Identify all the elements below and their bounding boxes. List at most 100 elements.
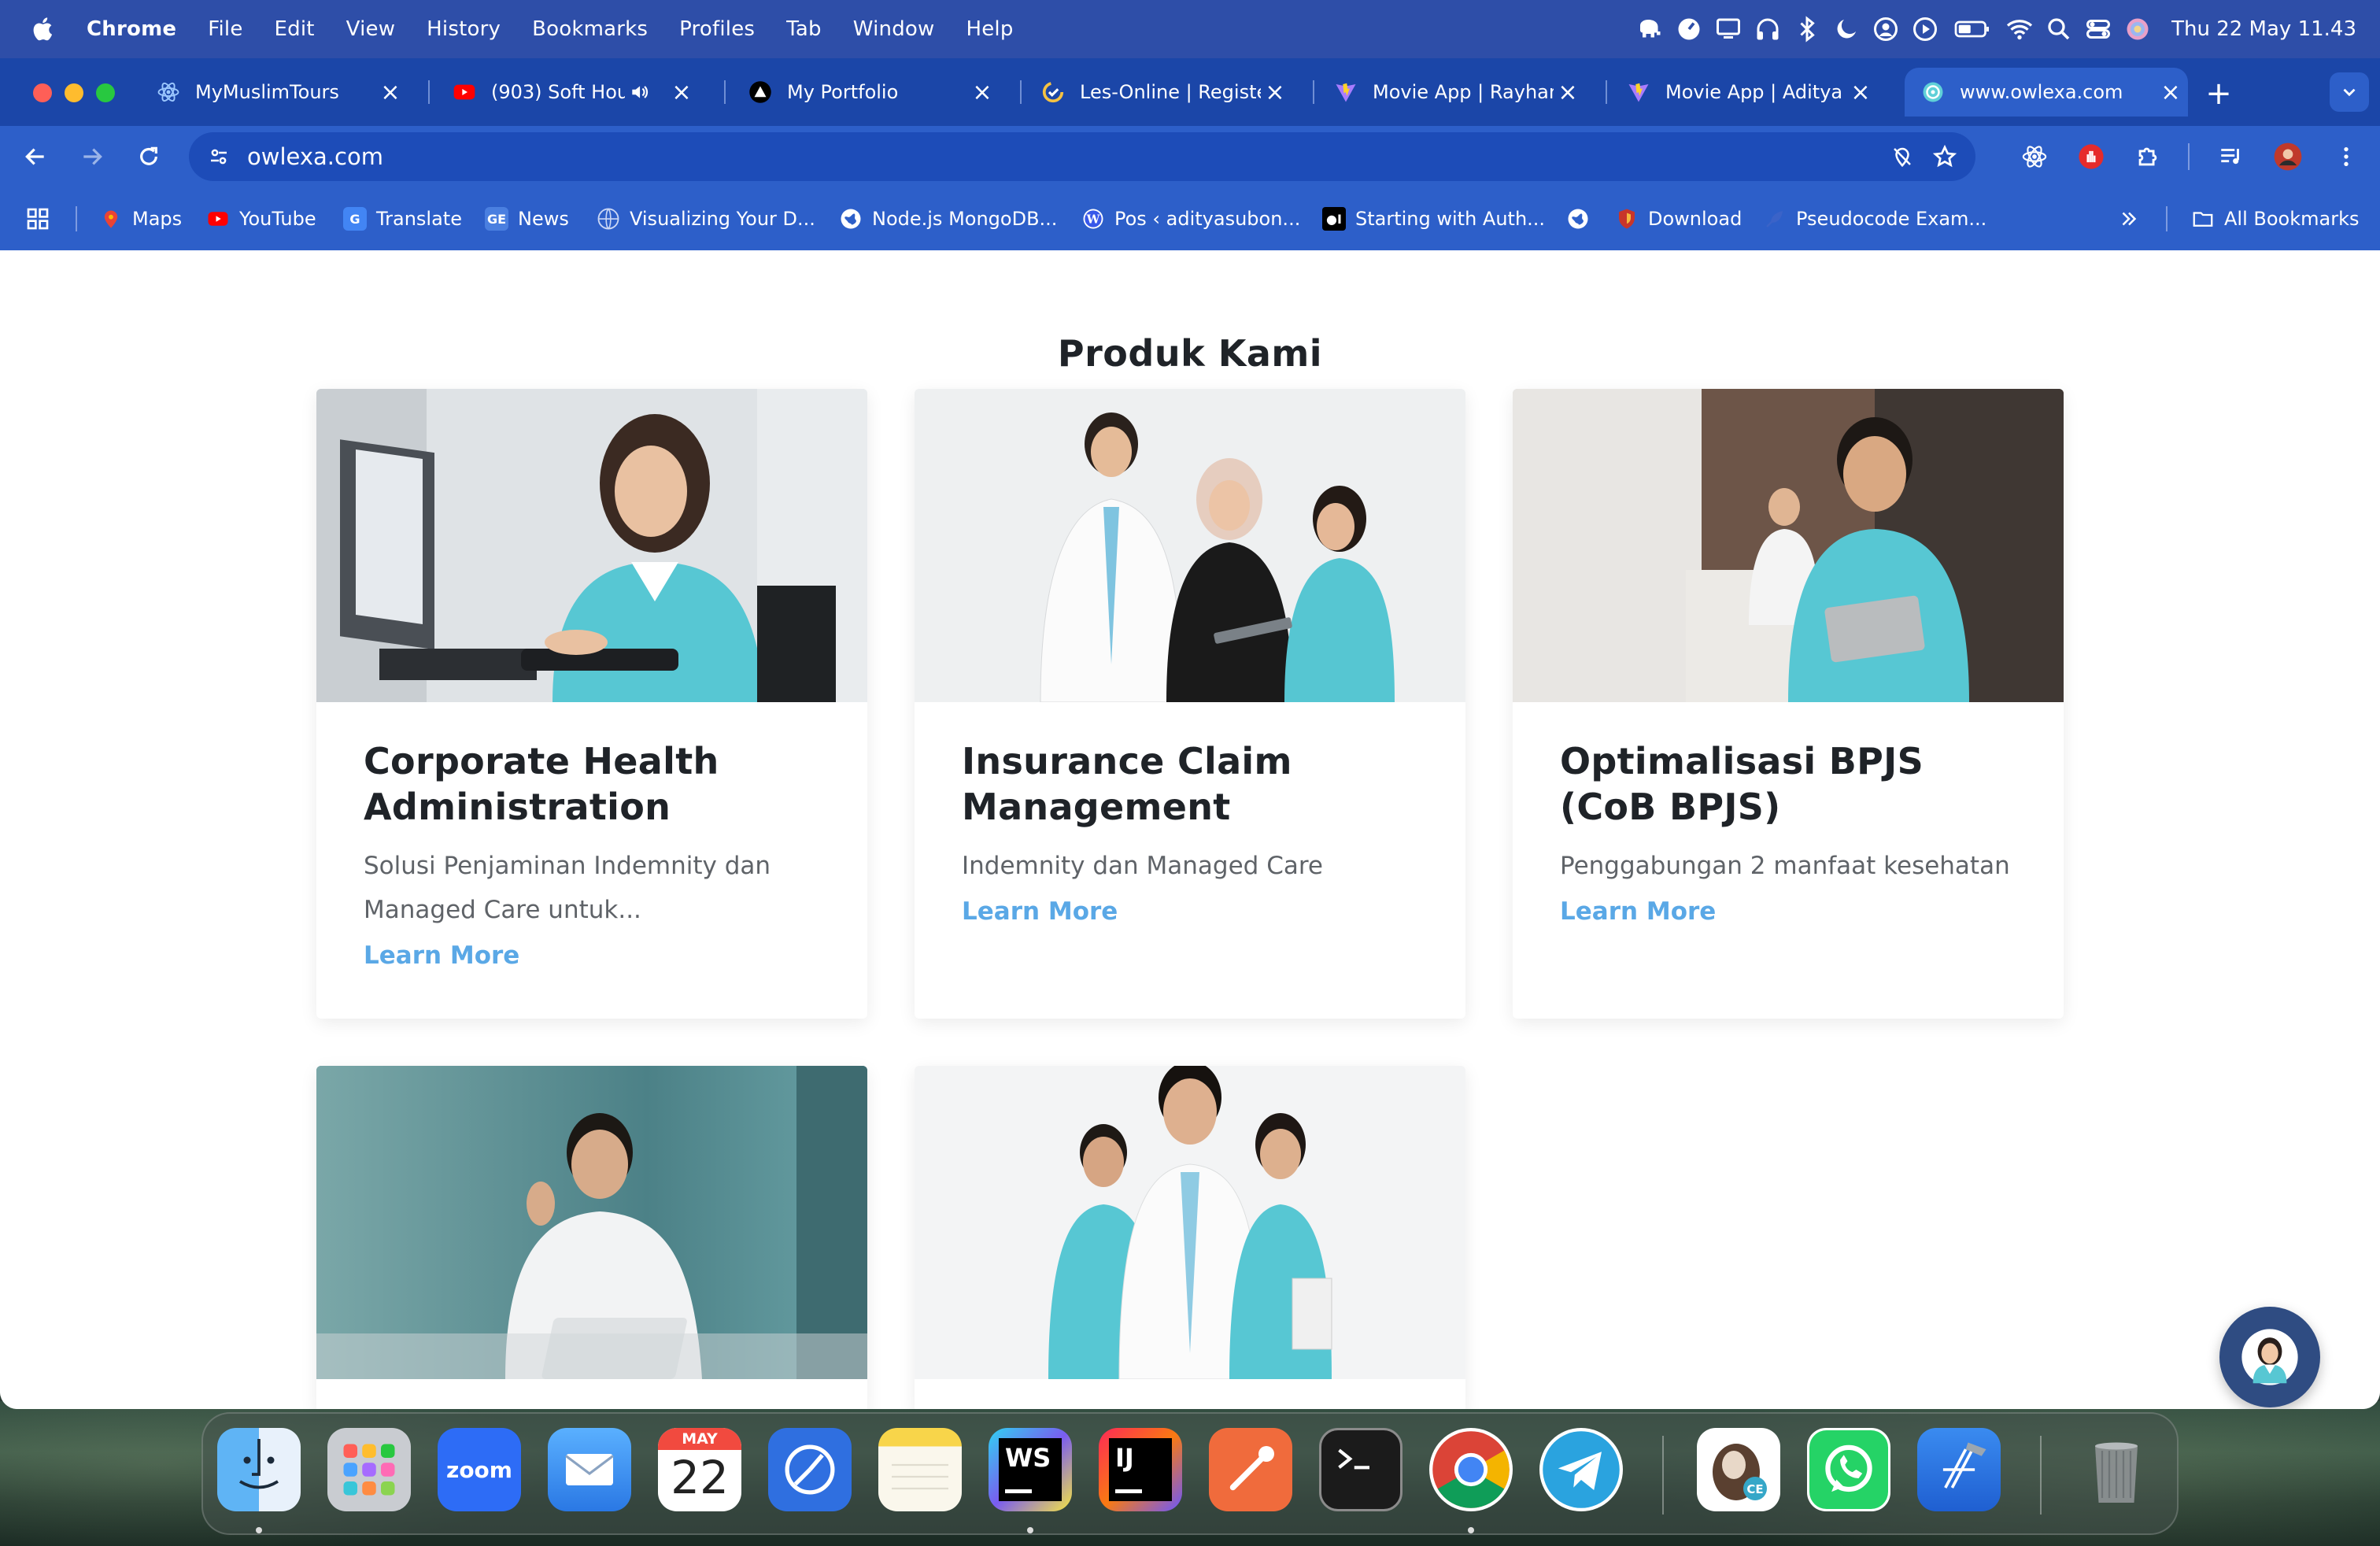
elephant-icon[interactable] xyxy=(1630,0,1669,58)
battery-icon[interactable] xyxy=(1945,0,2000,58)
close-tab-icon[interactable]: × xyxy=(968,78,996,106)
bookmark-star-icon[interactable] xyxy=(1927,139,1963,175)
close-tab-icon[interactable]: × xyxy=(1846,78,1875,106)
postman-icon[interactable] xyxy=(1209,1428,1292,1511)
bookmark-news[interactable]: GE News xyxy=(485,203,569,235)
learn-more-link[interactable]: Learn More xyxy=(1560,897,1716,926)
apple-icon[interactable] xyxy=(28,13,60,45)
menu-tab[interactable]: Tab xyxy=(786,17,822,41)
product-card-corporate-health[interactable]: Corporate Health Administration Solusi P… xyxy=(316,389,867,1019)
menu-view[interactable]: View xyxy=(346,17,396,41)
tab-search-button[interactable] xyxy=(2330,72,2369,112)
learn-more-link[interactable]: Learn More xyxy=(962,897,1118,926)
bookmark-nodejs-mongodb[interactable]: Node.js MongoDB... xyxy=(839,203,1057,235)
intellij-icon[interactable]: IJ xyxy=(1099,1428,1182,1511)
menu-file[interactable]: File xyxy=(208,17,242,41)
launchpad-icon[interactable] xyxy=(327,1428,411,1511)
bluetooth-icon[interactable] xyxy=(1787,0,1827,58)
product-card-telemedicine[interactable] xyxy=(316,1066,867,1409)
bookmark-wordpress-pos[interactable]: W Pos ‹ adityasubon... xyxy=(1081,203,1300,235)
tab-movie-app-aditya[interactable]: Movie App | Aditya × xyxy=(1626,68,1894,117)
user-circle-icon[interactable] xyxy=(1866,0,1905,58)
wifi-icon[interactable] xyxy=(2000,0,2039,58)
notes-icon[interactable] xyxy=(878,1428,962,1511)
menu-help[interactable]: Help xyxy=(966,17,1013,41)
media-controls-icon[interactable] xyxy=(2212,137,2251,176)
telegram-icon[interactable] xyxy=(1539,1428,1623,1511)
bookmark-download[interactable]: Download xyxy=(1615,203,1742,235)
product-card-bpjs[interactable]: Optimalisasi BPJS (CoB BPJS) Penggabunga… xyxy=(1513,389,2064,1019)
close-tab-icon[interactable]: × xyxy=(1261,78,1289,106)
product-card-healthcare-team[interactable] xyxy=(915,1066,1465,1409)
adblock-hand-icon[interactable] xyxy=(2071,137,2111,176)
tab-my-portfolio[interactable]: My Portfolio × xyxy=(748,68,1022,117)
close-tab-icon[interactable]: × xyxy=(376,78,405,106)
close-tab-icon[interactable]: × xyxy=(1554,78,1582,106)
close-tab-icon[interactable]: × xyxy=(667,78,696,106)
site-info-icon[interactable] xyxy=(201,139,236,174)
calendar-icon[interactable]: MAY 22 xyxy=(658,1428,741,1511)
whatsapp-icon[interactable] xyxy=(1807,1428,1890,1511)
minimize-window-button[interactable] xyxy=(65,83,83,102)
apps-grid-icon[interactable] xyxy=(25,203,50,235)
zoom-label: zoom xyxy=(446,1456,512,1483)
extensions-puzzle-icon[interactable] xyxy=(2128,137,2168,176)
menu-window[interactable]: Window xyxy=(853,17,935,41)
learn-more-link[interactable]: Learn More xyxy=(364,941,519,970)
bookmark-starting-auth[interactable]: ●I Starting with Auth... xyxy=(1322,203,1545,235)
tab-youtube-soft-house[interactable]: (903) Soft House × xyxy=(452,68,726,117)
speaker-icon[interactable] xyxy=(625,78,653,106)
tab-mymuslimtours[interactable]: MyMuslimTours × xyxy=(156,68,430,117)
close-window-button[interactable] xyxy=(33,83,52,102)
menu-edit[interactable]: Edit xyxy=(275,17,315,41)
chrome-icon[interactable] xyxy=(1429,1428,1513,1511)
bookmark-globe[interactable] xyxy=(1566,203,1599,235)
menu-bookmarks[interactable]: Bookmarks xyxy=(532,17,648,41)
moon-icon[interactable] xyxy=(1827,0,1866,58)
location-off-icon[interactable] xyxy=(1884,139,1920,175)
play-icon[interactable] xyxy=(1905,0,1945,58)
chrome-menu-icon[interactable] xyxy=(2326,137,2366,176)
url-text[interactable]: owlexa.com xyxy=(247,143,383,170)
terminal-icon[interactable] xyxy=(1319,1428,1402,1511)
instruments-icon[interactable] xyxy=(768,1428,852,1511)
tab-movie-app-rayhan[interactable]: Movie App | Rayhan × xyxy=(1333,68,1607,117)
all-bookmarks-button[interactable]: All Bookmarks xyxy=(2191,203,2359,235)
dbeaver-icon[interactable]: CE xyxy=(1697,1428,1780,1511)
finder-icon[interactable] xyxy=(217,1428,301,1511)
bookmark-youtube[interactable]: YouTube xyxy=(206,203,316,235)
forward-button[interactable] xyxy=(72,137,112,176)
react-devtools-icon[interactable] xyxy=(2015,137,2054,176)
search-icon[interactable] xyxy=(2039,0,2079,58)
trash-icon[interactable] xyxy=(2075,1428,2158,1511)
control-center-icon[interactable] xyxy=(2079,0,2118,58)
bookmark-translate[interactable]: G Translate xyxy=(343,203,462,235)
new-tab-button[interactable]: + xyxy=(2201,76,2237,112)
bookmarks-overflow-chevron-icon[interactable] xyxy=(2117,203,2141,235)
product-card-insurance-claim[interactable]: Insurance Claim Management Indemnity dan… xyxy=(915,389,1465,1019)
tab-owlexa-active[interactable]: www.owlexa.com × xyxy=(1905,68,2188,117)
webstorm-icon[interactable]: WS xyxy=(989,1428,1072,1511)
display-icon[interactable] xyxy=(1709,0,1748,58)
mail-icon[interactable] xyxy=(548,1428,631,1511)
siri-icon[interactable] xyxy=(2118,0,2157,58)
headphones-icon[interactable] xyxy=(1748,0,1787,58)
address-bar[interactable]: owlexa.com xyxy=(189,132,1975,181)
avatar[interactable] xyxy=(2268,137,2308,176)
chat-assistant-button[interactable] xyxy=(2219,1307,2320,1407)
back-button[interactable] xyxy=(16,137,55,176)
bookmark-visualizing[interactable]: Visualizing Your D... xyxy=(597,203,815,235)
speedometer-icon[interactable] xyxy=(1669,0,1709,58)
zoom-window-button[interactable] xyxy=(96,83,115,102)
menu-app-name[interactable]: Chrome xyxy=(87,17,176,41)
tab-les-online[interactable]: Les-Online | Register × xyxy=(1040,68,1314,117)
menu-profiles[interactable]: Profiles xyxy=(679,17,755,41)
bookmark-pseudocode[interactable]: Pseudocode Exam... xyxy=(1763,203,1986,235)
close-tab-icon[interactable]: × xyxy=(2156,78,2185,106)
bookmark-maps[interactable]: Maps xyxy=(99,203,182,235)
menu-clock[interactable]: Thu 22 May 11.43 xyxy=(2171,17,2356,41)
menu-history[interactable]: History xyxy=(427,17,501,41)
xcode-icon[interactable] xyxy=(1917,1428,2001,1511)
reload-button[interactable] xyxy=(129,137,168,176)
zoom-icon[interactable]: zoom xyxy=(438,1428,521,1511)
